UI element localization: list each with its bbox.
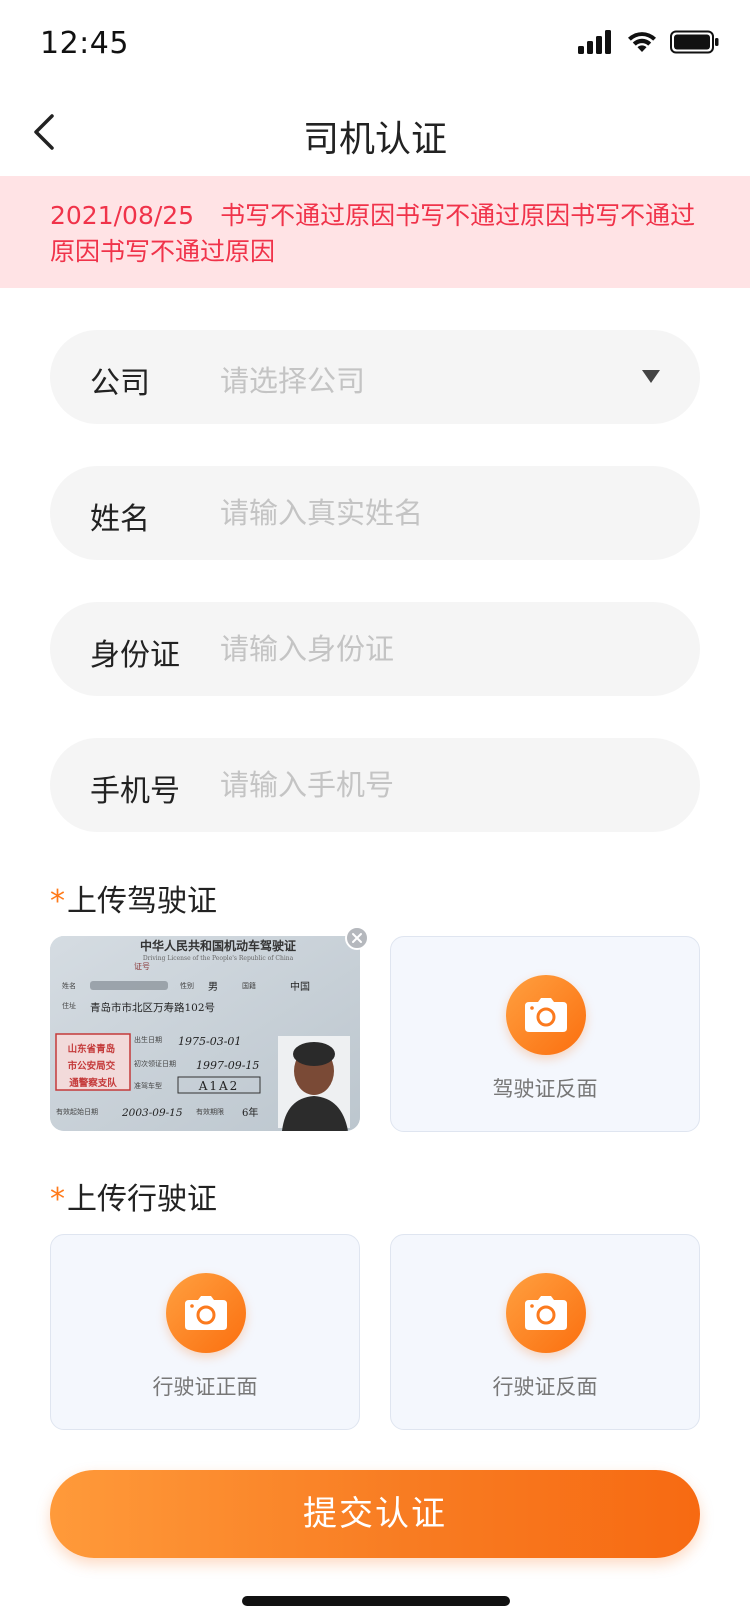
card-portrait-hair: [293, 1042, 335, 1066]
card-valid-from: 2003-09-15: [121, 1107, 183, 1119]
driver-license-back-upload[interactable]: 驾驶证反面: [390, 936, 700, 1132]
card-class: A1A2: [198, 1079, 240, 1093]
status-icons: [578, 30, 720, 54]
rejection-banner: 2021/08/25 书写不通过原因书写不通过原因书写不通过原因书写不通过原因: [0, 176, 750, 288]
camera-icon: [185, 1296, 227, 1330]
card-class-label: 准驾车型: [134, 1081, 162, 1090]
card-stamp: 山东省青岛 市公安局交 通警察支队: [68, 1043, 119, 1089]
card-gender: 男: [208, 981, 218, 993]
upload-label: 驾驶证反面: [492, 1077, 598, 1101]
card-name-label: 姓名: [62, 981, 76, 990]
close-icon: [352, 933, 362, 943]
submit-button[interactable]: 提交认证: [50, 1470, 700, 1558]
name-input[interactable]: [220, 488, 620, 538]
card-issue: 1997-09-15: [196, 1059, 259, 1072]
driver-license-front-preview[interactable]: 中华人民共和国机动车驾驶证 Driving License of the Peo…: [50, 936, 360, 1131]
remove-image-button[interactable]: [345, 926, 369, 950]
nav-bar: 司机认证: [0, 90, 750, 176]
driver-license-section-title: *上传驾驶证: [50, 876, 217, 920]
card-dob: 1975-03-01: [178, 1035, 241, 1048]
card-address-label: 住址: [62, 1001, 76, 1010]
driver-license-photo: 中华人民共和国机动车驾驶证 Driving License of the Peo…: [50, 936, 360, 1131]
status-time: 12:45: [40, 26, 129, 61]
wifi-icon: [628, 32, 656, 52]
id-card-field: 身份证: [50, 602, 700, 696]
card-header: 中华人民共和国机动车驾驶证: [140, 938, 296, 953]
vehicle-license-section-title: *上传行驶证: [50, 1174, 217, 1218]
camera-icon: [525, 998, 567, 1032]
upload-label: 行驶证反面: [492, 1375, 598, 1399]
camera-icon: [525, 1296, 567, 1330]
card-cert-no: 证号: [134, 962, 150, 971]
battery-icon: [670, 30, 719, 54]
card-nationality-label: 国籍: [242, 981, 256, 990]
card-valid-for-label: 有效期限: [196, 1107, 224, 1116]
driver-license-title: 上传驾驶证: [67, 884, 217, 919]
card-dob-label: 出生日期: [134, 1035, 162, 1044]
vehicle-license-back-upload[interactable]: 行驶证反面: [390, 1234, 700, 1430]
name-label: 姓名: [90, 502, 150, 537]
name-field: 姓名: [50, 466, 700, 560]
banner-date: 2021/08/25: [50, 201, 195, 230]
camera-button: [166, 1273, 246, 1353]
phone-field: 手机号: [50, 738, 700, 832]
phone-input[interactable]: [220, 760, 620, 810]
card-issue-label: 初次领证日期: [134, 1059, 176, 1068]
card-header-en: Driving License of the People's Republic…: [143, 955, 294, 962]
dropdown-arrow-icon: [642, 370, 660, 383]
card-gender-label: 性别: [180, 981, 194, 990]
id-card-input[interactable]: [220, 624, 620, 674]
banner-text: 2021/08/25 书写不通过原因书写不通过原因书写不通过原因书写不通过原因: [50, 198, 700, 270]
camera-button: [506, 975, 586, 1055]
card-valid-for: 6年: [242, 1106, 258, 1119]
company-label: 公司: [90, 366, 150, 401]
upload-label: 行驶证正面: [152, 1375, 258, 1399]
status-bar: 12:45: [0, 0, 750, 90]
home-indicator: [242, 1596, 510, 1606]
signal-icon: [578, 30, 611, 54]
card-nationality: 中国: [290, 980, 310, 993]
card-address: 青岛市市北区万寿路102号: [90, 1001, 215, 1014]
vehicle-license-title: 上传行驶证: [67, 1182, 217, 1217]
camera-button: [506, 1273, 586, 1353]
vehicle-license-front-upload[interactable]: 行驶证正面: [50, 1234, 360, 1430]
phone-label: 手机号: [90, 774, 180, 809]
required-mark: *: [50, 884, 65, 919]
card-name-blur: [90, 981, 168, 990]
page-title: 司机认证: [302, 119, 447, 160]
company-select[interactable]: 公司 请选择公司: [50, 330, 700, 424]
id-card-label: 身份证: [90, 638, 180, 673]
required-mark: *: [50, 1182, 65, 1217]
card-valid-from-label: 有效起始日期: [56, 1107, 98, 1116]
company-placeholder: 请选择公司: [220, 364, 366, 398]
